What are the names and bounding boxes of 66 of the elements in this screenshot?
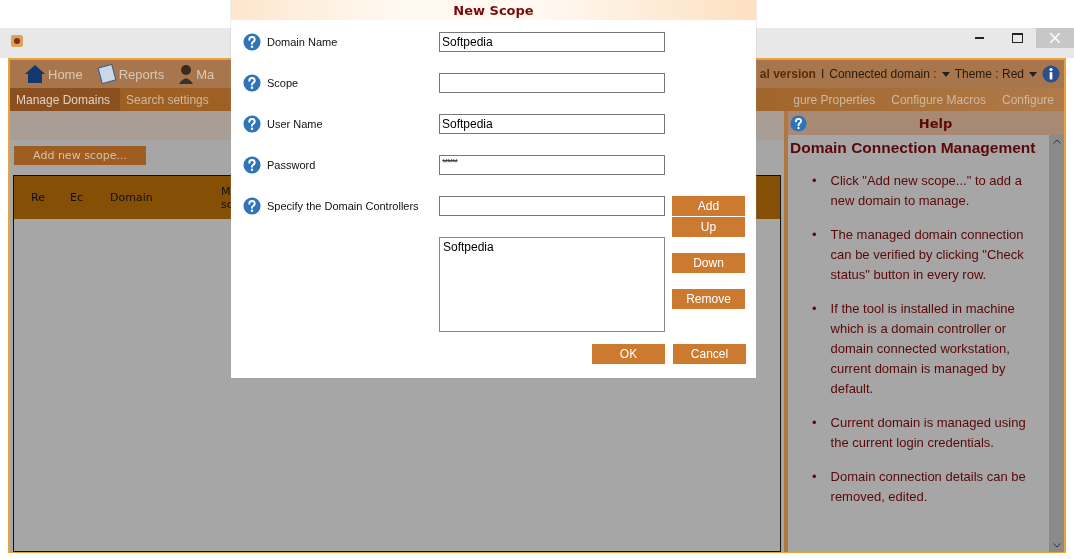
settings-tab[interactable]: gure Properties	[787, 88, 886, 111]
help-heading: Domain Connection Management	[790, 139, 1037, 157]
dialog-title: New Scope	[453, 2, 534, 18]
house-icon	[24, 64, 46, 84]
bullet-mark: •	[812, 414, 817, 432]
bullet-mark: •	[812, 172, 817, 190]
settings-tab[interactable]: Configure Macros	[885, 88, 996, 111]
help-icon[interactable]	[243, 156, 261, 174]
connected-domain-dropdown[interactable]: Connected domain :	[829, 67, 937, 81]
caret-icon[interactable]	[1029, 71, 1037, 77]
input-field[interactable]: Softpedia	[439, 32, 665, 52]
list-action-button[interactable]: Up	[672, 217, 745, 237]
password-field[interactable]: ******	[439, 155, 665, 175]
person-icon	[178, 64, 195, 84]
list-item[interactable]: Softpedia	[443, 240, 661, 254]
field-label: Scope	[267, 77, 299, 89]
list-action-button[interactable]: Down	[672, 253, 745, 273]
theme-dropdown[interactable]: Theme : Red	[954, 67, 1024, 81]
field-label: Password	[267, 159, 316, 171]
column-header: Ec	[70, 191, 83, 204]
info-icon[interactable]	[1042, 65, 1060, 83]
menu-item[interactable]: Reports	[118, 66, 165, 82]
input-field[interactable]	[439, 73, 665, 93]
field-label: Specify the Domain Controllers	[267, 200, 419, 212]
document-icon	[96, 64, 117, 84]
settings-tab[interactable]: Search settings	[120, 88, 219, 111]
help-icon[interactable]	[243, 197, 261, 215]
settings-tab[interactable]: Manage Domains	[10, 88, 121, 111]
input-field[interactable]	[439, 196, 665, 216]
field-label: Domain Name	[267, 36, 338, 48]
app-icon	[10, 34, 24, 48]
bullet-mark: •	[812, 468, 817, 486]
input-field[interactable]: Softpedia	[439, 114, 665, 134]
dialog-button[interactable]: Cancel	[673, 344, 746, 364]
column-header: Domain	[110, 191, 153, 204]
menu-item[interactable]: Home	[48, 66, 83, 82]
help-bullet: The managed domain connection can be verified by clicking "Check status" button in every row.	[830, 226, 1025, 284]
scroll-down-icon[interactable]	[1052, 543, 1061, 548]
scrollbar[interactable]	[1049, 135, 1064, 552]
controllers-list[interactable]: Softpedia	[439, 237, 665, 332]
help-bullet: If the tool is installed in machine which is a domain controller or domain connected workstation, current domain is managed by default.	[830, 300, 1016, 398]
help-icon[interactable]	[790, 114, 807, 132]
help-bullet: Click "Add new scope..." to add a new domain to manage.	[830, 172, 1023, 210]
help-bullet: Current domain is managed using the current login credentials.	[830, 414, 1027, 452]
add-scope-button[interactable]: Add new scope...	[14, 146, 146, 165]
scroll-up-icon[interactable]	[1052, 139, 1061, 144]
column-header: M	[221, 184, 232, 198]
settings-tab[interactable]: Configure	[995, 88, 1064, 111]
help-title: Help	[917, 115, 954, 131]
column-header: Re	[31, 191, 45, 204]
help-icon[interactable]	[243, 74, 261, 92]
separator-label: I	[820, 67, 825, 81]
field-label: User Name	[267, 118, 323, 130]
caret-icon[interactable]	[941, 71, 950, 77]
menu-item[interactable]: Ma	[196, 66, 215, 82]
help-bullet: Domain connection details can be removed, edited.	[830, 468, 1027, 506]
list-action-button[interactable]: Remove	[672, 289, 745, 309]
dialog-button[interactable]: OK	[592, 344, 665, 364]
minimize-icon[interactable]	[974, 37, 984, 39]
maximize-icon[interactable]	[1011, 33, 1023, 43]
help-icon[interactable]	[243, 115, 261, 133]
trial-version-label: al version	[759, 67, 816, 81]
add-button[interactable]: Add	[672, 196, 745, 216]
bullet-mark: •	[812, 226, 817, 244]
bullet-mark: •	[812, 300, 817, 318]
help-icon[interactable]	[243, 33, 261, 51]
